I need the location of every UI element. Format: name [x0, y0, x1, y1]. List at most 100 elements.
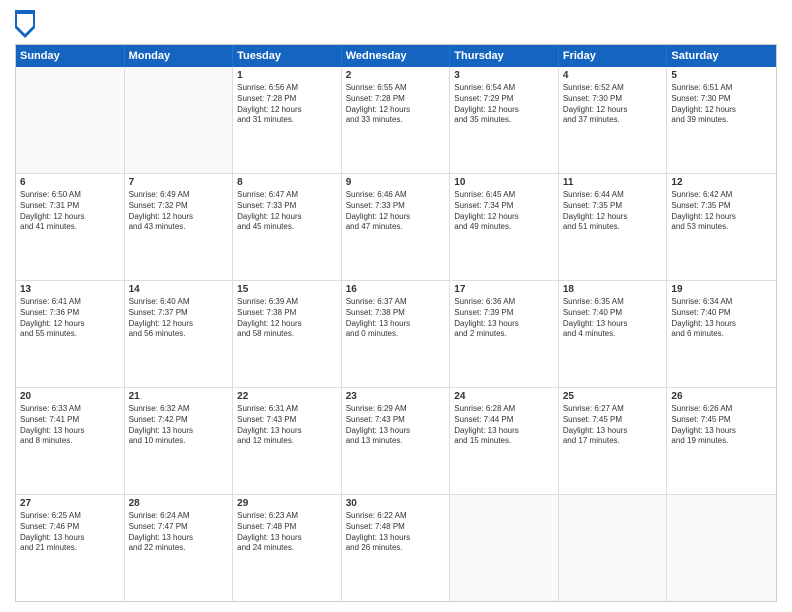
calendar-cell: 20 Sunrise: 6:33 AM Sunset: 7:41 PM Dayli…: [16, 388, 125, 494]
logo: [15, 10, 39, 38]
day-number: 20: [20, 391, 120, 402]
day-number: 13: [20, 284, 120, 295]
calendar-cell: 1 Sunrise: 6:56 AM Sunset: 7:28 PM Daylig…: [233, 67, 342, 173]
calendar-cell: 16Sunrise: 6:37 AM Sunset: 7:38 PM Dayli…: [342, 281, 451, 387]
header-day-monday: Monday: [125, 45, 234, 67]
calendar-cell: 4 Sunrise: 6:52 AM Sunset: 7:30 PM Daylig…: [559, 67, 668, 173]
calendar-cell: [16, 67, 125, 173]
day-number: 17: [454, 284, 554, 295]
calendar-cell: 9 Sunrise: 6:46 AM Sunset: 7:33 PM Daylig…: [342, 174, 451, 280]
calendar-cell: 13 Sunrise: 6:41 AM Sunset: 7:36 PM Dayli…: [16, 281, 125, 387]
day-number: 21: [129, 391, 229, 402]
cell-info: Sunrise: 6:56 AM Sunset: 7:28 PM Dayligh…: [237, 83, 337, 126]
day-number: 22: [237, 391, 337, 402]
day-number: 30: [346, 498, 446, 509]
day-number: 19: [671, 284, 772, 295]
cell-info: Sunrise: 6:23 AM Sunset: 7:48 PM Dayligh…: [237, 511, 337, 554]
day-number: 9: [346, 177, 446, 188]
day-number: 10: [454, 177, 554, 188]
cell-info: Sunrise: 6:51 AM Sunset: 7:30 PM Dayligh…: [671, 83, 772, 126]
calendar-cell: [450, 495, 559, 601]
day-number: 16: [346, 284, 446, 295]
calendar-cell: 5 Sunrise: 6:51 AM Sunset: 7:30 PM Daylig…: [667, 67, 776, 173]
cell-info: Sunrise: 6:36 AM Sunset: 7:39 PM Dayligh…: [454, 297, 554, 340]
day-number: 14: [129, 284, 229, 295]
logo-icon: [15, 10, 35, 38]
day-number: 1: [237, 70, 337, 81]
header: [15, 10, 777, 38]
cell-info: Sunrise: 6:50 AM Sunset: 7:31 PM Dayligh…: [20, 190, 120, 233]
day-number: 28: [129, 498, 229, 509]
cell-info: Sunrise: 6:52 AM Sunset: 7:30 PM Dayligh…: [563, 83, 663, 126]
calendar-cell: 3 Sunrise: 6:54 AM Sunset: 7:29 PM Daylig…: [450, 67, 559, 173]
calendar-cell: 25Sunrise: 6:27 AM Sunset: 7:45 PM Dayli…: [559, 388, 668, 494]
calendar-cell: 14Sunrise: 6:40 AM Sunset: 7:37 PM Dayli…: [125, 281, 234, 387]
calendar-row-2: 13 Sunrise: 6:41 AM Sunset: 7:36 PM Dayli…: [16, 281, 776, 388]
calendar-body: 1 Sunrise: 6:56 AM Sunset: 7:28 PM Daylig…: [16, 67, 776, 601]
cell-info: Sunrise: 6:47 AM Sunset: 7:33 PM Dayligh…: [237, 190, 337, 233]
day-number: 15: [237, 284, 337, 295]
calendar-cell: [559, 495, 668, 601]
day-number: 18: [563, 284, 663, 295]
calendar-cell: 18 Sunrise: 6:35 AM Sunset: 7:40 PM Dayli…: [559, 281, 668, 387]
cell-info: Sunrise: 6:29 AM Sunset: 7:43 PM Dayligh…: [346, 404, 446, 447]
day-number: 25: [563, 391, 663, 402]
calendar-cell: 30 Sunrise: 6:22 AM Sunset: 7:48 PM Dayli…: [342, 495, 451, 601]
day-number: 2: [346, 70, 446, 81]
header-day-wednesday: Wednesday: [342, 45, 451, 67]
page: SundayMondayTuesdayWednesdayThursdayFrid…: [0, 0, 792, 612]
cell-info: Sunrise: 6:41 AM Sunset: 7:36 PM Dayligh…: [20, 297, 120, 340]
day-number: 8: [237, 177, 337, 188]
calendar-cell: [667, 495, 776, 601]
calendar-cell: 21 Sunrise: 6:32 AM Sunset: 7:42 PM Dayli…: [125, 388, 234, 494]
cell-info: Sunrise: 6:39 AM Sunset: 7:38 PM Dayligh…: [237, 297, 337, 340]
calendar-header: SundayMondayTuesdayWednesdayThursdayFrid…: [16, 45, 776, 67]
header-day-tuesday: Tuesday: [233, 45, 342, 67]
calendar: SundayMondayTuesdayWednesdayThursdayFrid…: [15, 44, 777, 602]
header-day-sunday: Sunday: [16, 45, 125, 67]
cell-info: Sunrise: 6:32 AM Sunset: 7:42 PM Dayligh…: [129, 404, 229, 447]
calendar-cell: 27 Sunrise: 6:25 AM Sunset: 7:46 PM Dayli…: [16, 495, 125, 601]
header-day-saturday: Saturday: [667, 45, 776, 67]
day-number: 23: [346, 391, 446, 402]
calendar-cell: 7 Sunrise: 6:49 AM Sunset: 7:32 PM Daylig…: [125, 174, 234, 280]
cell-info: Sunrise: 6:28 AM Sunset: 7:44 PM Dayligh…: [454, 404, 554, 447]
calendar-cell: [125, 67, 234, 173]
cell-info: Sunrise: 6:31 AM Sunset: 7:43 PM Dayligh…: [237, 404, 337, 447]
day-number: 6: [20, 177, 120, 188]
cell-info: Sunrise: 6:33 AM Sunset: 7:41 PM Dayligh…: [20, 404, 120, 447]
day-number: 3: [454, 70, 554, 81]
calendar-cell: 12 Sunrise: 6:42 AM Sunset: 7:35 PM Dayli…: [667, 174, 776, 280]
cell-info: Sunrise: 6:54 AM Sunset: 7:29 PM Dayligh…: [454, 83, 554, 126]
calendar-cell: 8 Sunrise: 6:47 AM Sunset: 7:33 PM Daylig…: [233, 174, 342, 280]
cell-info: Sunrise: 6:49 AM Sunset: 7:32 PM Dayligh…: [129, 190, 229, 233]
day-number: 5: [671, 70, 772, 81]
day-number: 26: [671, 391, 772, 402]
cell-info: Sunrise: 6:55 AM Sunset: 7:28 PM Dayligh…: [346, 83, 446, 126]
day-number: 12: [671, 177, 772, 188]
calendar-cell: 15 Sunrise: 6:39 AM Sunset: 7:38 PM Dayli…: [233, 281, 342, 387]
calendar-cell: 17 Sunrise: 6:36 AM Sunset: 7:39 PM Dayli…: [450, 281, 559, 387]
calendar-cell: 22 Sunrise: 6:31 AM Sunset: 7:43 PM Dayli…: [233, 388, 342, 494]
day-number: 11: [563, 177, 663, 188]
calendar-cell: 19 Sunrise: 6:34 AM Sunset: 7:40 PM Dayli…: [667, 281, 776, 387]
cell-info: Sunrise: 6:25 AM Sunset: 7:46 PM Dayligh…: [20, 511, 120, 554]
day-number: 7: [129, 177, 229, 188]
calendar-cell: 6 Sunrise: 6:50 AM Sunset: 7:31 PM Daylig…: [16, 174, 125, 280]
calendar-row-3: 20 Sunrise: 6:33 AM Sunset: 7:41 PM Dayli…: [16, 388, 776, 495]
calendar-cell: 29 Sunrise: 6:23 AM Sunset: 7:48 PM Dayli…: [233, 495, 342, 601]
cell-info: Sunrise: 6:24 AM Sunset: 7:47 PM Dayligh…: [129, 511, 229, 554]
calendar-cell: 2 Sunrise: 6:55 AM Sunset: 7:28 PM Daylig…: [342, 67, 451, 173]
day-number: 4: [563, 70, 663, 81]
cell-info: Sunrise: 6:22 AM Sunset: 7:48 PM Dayligh…: [346, 511, 446, 554]
cell-info: Sunrise: 6:42 AM Sunset: 7:35 PM Dayligh…: [671, 190, 772, 233]
cell-info: Sunrise: 6:35 AM Sunset: 7:40 PM Dayligh…: [563, 297, 663, 340]
day-number: 27: [20, 498, 120, 509]
calendar-cell: 11 Sunrise: 6:44 AM Sunset: 7:35 PM Dayli…: [559, 174, 668, 280]
cell-info: Sunrise: 6:34 AM Sunset: 7:40 PM Dayligh…: [671, 297, 772, 340]
cell-info: Sunrise: 6:26 AM Sunset: 7:45 PM Dayligh…: [671, 404, 772, 447]
day-number: 29: [237, 498, 337, 509]
calendar-cell: 28 Sunrise: 6:24 AM Sunset: 7:47 PM Dayli…: [125, 495, 234, 601]
cell-info: Sunrise: 6:46 AM Sunset: 7:33 PM Dayligh…: [346, 190, 446, 233]
cell-info: Sunrise: 6:44 AM Sunset: 7:35 PM Dayligh…: [563, 190, 663, 233]
